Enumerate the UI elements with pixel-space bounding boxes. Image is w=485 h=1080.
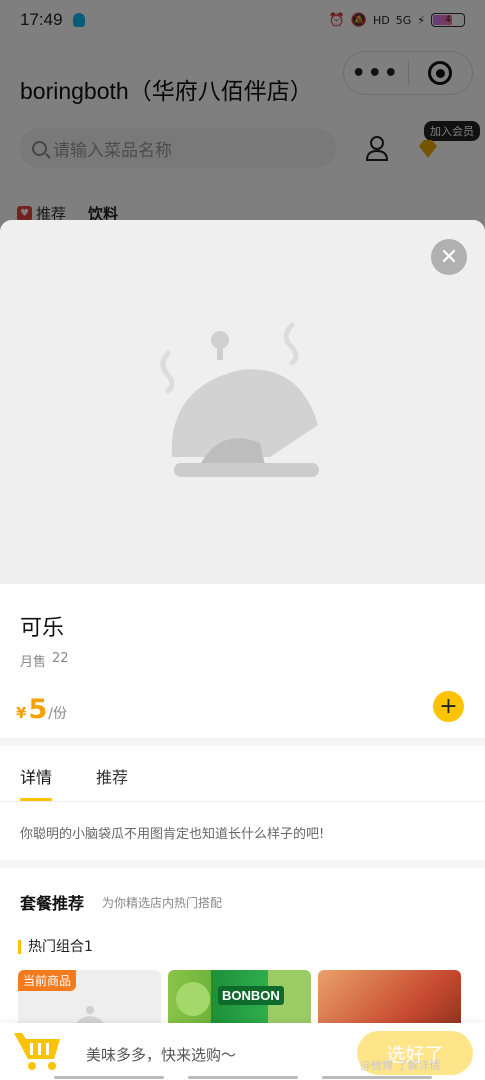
bottom-cart-bar: 美味多多，快来选购〜 选好了 @微博 了解详情	[0, 1023, 485, 1080]
current-item-badge: 当前商品	[18, 970, 77, 991]
nav-indicator	[54, 1076, 164, 1079]
detail-tabs: 详情 推荐	[20, 764, 128, 801]
product-info: 可乐 月售 22 ¥ 5 /份 +	[0, 584, 485, 738]
product-detail-sheet: ✕ 可乐 月售 22 ¥ 5 /份 + 详情 推荐 你聪明的小脑袋瓜不用图肯定也…	[0, 220, 485, 1080]
detail-section: 详情 推荐 你聪明的小脑袋瓜不用图肯定也知道长什么样子的吧!	[0, 746, 485, 860]
food-cloche-icon	[160, 322, 319, 477]
tab-details[interactable]: 详情	[20, 764, 53, 801]
close-sheet-button[interactable]: ✕	[431, 239, 467, 275]
product-price: ¥ 5 /份	[16, 694, 67, 725]
drink-brand-label: BONBON	[218, 986, 284, 1005]
combo-group-title: 热门组合1	[18, 940, 93, 954]
product-image-placeholder: ✕	[0, 220, 485, 584]
price-unit: /份	[48, 706, 67, 722]
product-name: 可乐	[20, 616, 65, 641]
tab-recommend-detail[interactable]: 推荐	[96, 764, 128, 788]
shopping-cart-icon[interactable]	[12, 1029, 64, 1071]
grape-image	[176, 982, 210, 1016]
add-to-cart-button[interactable]: +	[433, 691, 464, 722]
cart-hint-text: 美味多多，快来选购〜	[86, 1046, 237, 1064]
price-value: 5	[28, 694, 48, 725]
currency-symbol: ¥	[16, 704, 27, 722]
combo-subtitle: 为你精选店内热门搭配	[102, 896, 223, 910]
nav-indicator	[188, 1076, 298, 1079]
product-description: 你聪明的小脑袋瓜不用图肯定也知道长什么样子的吧!	[20, 827, 325, 842]
nav-indicator	[322, 1076, 432, 1079]
monthly-sales: 月售 22	[20, 651, 69, 670]
watermark: @微博 了解详情	[360, 1059, 441, 1072]
divider	[0, 801, 485, 802]
combo-title: 套餐推荐	[20, 894, 85, 913]
